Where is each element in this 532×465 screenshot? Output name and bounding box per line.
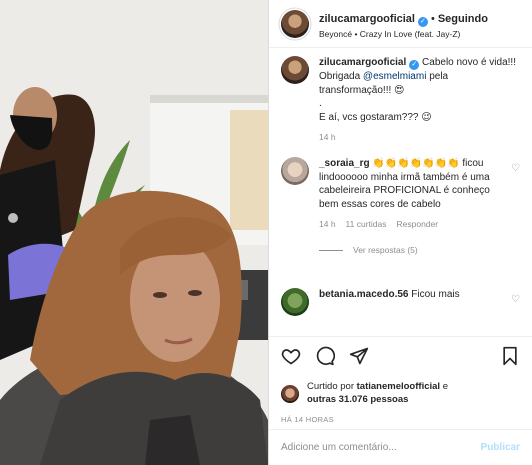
caption-meta: 14 h [319,132,520,143]
caption-mention[interactable]: @esmelmiami [363,71,427,82]
publish-button[interactable]: Publicar [481,442,520,453]
comment-body: _soraia_rg 👏👏👏👏👏👏👏 ficou lindoooooo minh… [319,157,501,274]
post-timestamp[interactable]: HÁ 14 HORAS [281,415,520,424]
caption: zilucamargooficial ✓ Cabelo novo é vida!!… [281,56,520,143]
caption-time[interactable]: 14 h [319,132,336,143]
caption-body: zilucamargooficial ✓ Cabelo novo é vida!!… [319,56,520,143]
author-username[interactable]: zilucamargooficial [319,13,415,25]
view-replies-label: Ver respostas (5) [353,244,418,255]
comment-likes[interactable]: 11 curtidas [346,219,387,230]
caption-text-2: E aí, vcs gostaram??? 😉 [319,111,432,123]
comment-input[interactable] [281,442,481,453]
share-icon[interactable] [349,346,369,371]
instagram-post-view: zilucamargooficial ✓ • Seguindo Beyoncé • C… [0,0,532,465]
comment-author[interactable]: _soraia_rg [319,158,370,169]
audio-track-link[interactable]: Beyoncé • Crazy In Love (feat. Jay-Z) [319,29,488,39]
comment-author[interactable]: betania.macedo.56 [319,289,408,300]
follow-separator: • [430,12,435,25]
others-likes[interactable]: outras 31.076 pessoas [307,394,408,405]
comment-meta: 14 h 11 curtidas Responder [319,219,501,230]
author-avatar[interactable] [281,9,309,38]
likes-middle: e [440,381,448,392]
verified-badge-icon: ✓ [409,60,420,70]
comment-time[interactable]: 14 h [319,219,336,230]
comment-text: Ficou mais [411,289,460,301]
action-row [281,345,520,371]
caption-author-avatar[interactable] [281,56,309,84]
view-replies-button[interactable]: Ver respostas (5) [319,245,501,256]
comment-emojis: 👏👏👏👏👏👏👏 [372,158,460,170]
verified-badge-icon: ✓ [417,16,428,27]
caption-dot: . [319,98,322,109]
reply-button[interactable]: Responder [397,219,439,230]
comment-icon[interactable] [315,346,336,371]
add-comment-bar: Publicar [269,429,532,465]
comments-list[interactable]: zilucamargooficial ✓ Cabelo novo é vida!!… [269,56,532,334]
replies-line [319,250,343,252]
likes-summary[interactable]: Curtido por tatianemeloofficial e outras… [281,381,520,407]
likes-prefix: Curtido por [307,381,357,392]
comment-author-avatar[interactable] [281,157,309,186]
comment-body: betania.macedo.56 Ficou mais [319,288,501,316]
post-video-frame [0,0,268,465]
comment-like-heart-icon[interactable]: ♡ [511,294,520,305]
liker-avatar[interactable] [281,384,299,403]
caption-author[interactable]: zilucamargooficial [319,57,406,68]
comment-item: betania.macedo.56 Ficou mais ♡ [281,288,520,317]
heart-icon[interactable] [281,346,301,371]
post-details-panel: zilucamargooficial ✓ • Seguindo Beyoncé • C… [268,0,532,465]
comment-item: _soraia_rg 👏👏👏👏👏👏👏 ficou lindoooooo minh… [281,157,520,274]
post-actions: Curtido por tatianemeloofficial e outras… [269,336,532,424]
comment-like-heart-icon[interactable]: ♡ [511,163,520,174]
likes-text: Curtido por tatianemeloofficial e outras… [307,381,448,407]
following-button[interactable]: Seguindo [438,13,488,25]
comment-author-avatar[interactable] [281,288,309,317]
post-media[interactable] [0,0,268,465]
header-text: zilucamargooficial ✓ • Seguindo Beyoncé • C… [319,9,488,39]
bookmark-icon[interactable] [500,346,520,371]
post-header: zilucamargooficial ✓ • Seguindo Beyoncé • C… [269,0,532,48]
liker-username[interactable]: tatianemeloofficial [357,381,440,392]
